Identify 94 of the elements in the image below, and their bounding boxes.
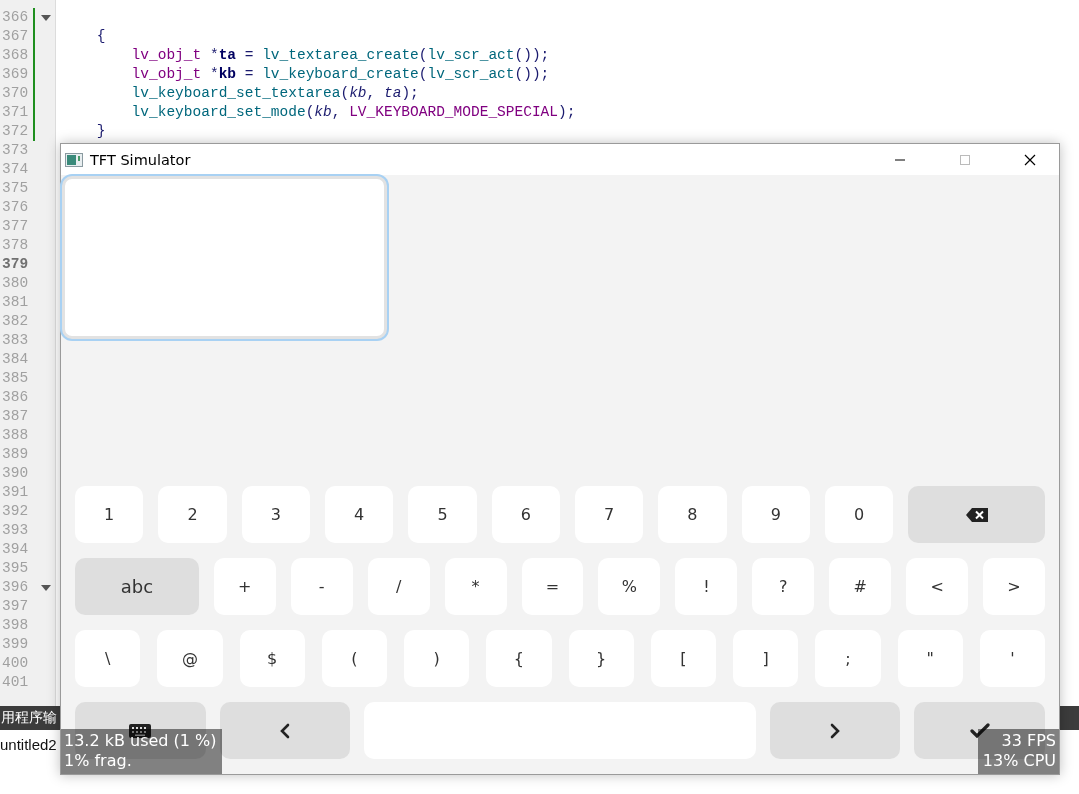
key[interactable]: 0 — [824, 486, 894, 543]
key[interactable]: 8 — [658, 486, 727, 543]
line-number: 387 — [1, 407, 30, 426]
line-number: 401 — [1, 673, 30, 692]
key[interactable]: ; — [815, 630, 881, 687]
key[interactable]: ' — [979, 630, 1045, 687]
line-number: 398 — [1, 616, 30, 635]
fps-stat: 13% CPU — [982, 751, 1056, 771]
line-number: 397 — [1, 597, 30, 616]
line-number: 375 — [1, 179, 30, 198]
key[interactable]: 7 — [574, 486, 644, 543]
line-number: 394 — [1, 540, 30, 559]
key[interactable]: # — [829, 558, 892, 615]
line-number: 395 — [1, 559, 30, 578]
memory-stat: 1% frag. — [64, 751, 133, 771]
line-number: 386 — [1, 388, 30, 407]
line-number: 388 — [1, 426, 30, 445]
line-number: 399 — [1, 635, 30, 654]
code-line: } — [95, 122, 106, 141]
code-line: lv_obj_t *kb = lv_keyboard_create(lv_scr_act()); — [130, 65, 550, 84]
line-number: 377 — [1, 217, 30, 236]
line-number: 370 — [1, 84, 30, 103]
key[interactable]: 4 — [325, 486, 394, 543]
key[interactable]: 1 — [75, 486, 144, 543]
output-tab[interactable]: 用程序输 — [0, 709, 57, 727]
line-number: 378 — [1, 236, 30, 255]
fold-arrow-icon[interactable] — [40, 584, 51, 591]
key[interactable]: " — [897, 630, 963, 687]
fps-stat: 33 FPS — [1001, 731, 1056, 751]
key[interactable]: = — [521, 558, 584, 615]
line-number: 376 — [1, 198, 30, 217]
key[interactable]: ] — [733, 630, 799, 687]
key[interactable]: ! — [675, 558, 738, 615]
line-number: 390 — [1, 464, 30, 483]
line-number: 379 — [1, 255, 30, 274]
left-key[interactable] — [219, 702, 351, 759]
backspace-key[interactable] — [908, 486, 1045, 543]
line-number: 368 — [1, 46, 30, 65]
line-number: 382 — [1, 312, 30, 331]
key[interactable]: 5 — [408, 486, 477, 543]
key[interactable]: 6 — [491, 486, 560, 543]
line-number: 385 — [1, 369, 30, 388]
key[interactable]: $ — [239, 630, 305, 687]
key[interactable]: * — [444, 558, 507, 615]
line-number: 380 — [1, 274, 30, 293]
key[interactable]: / — [367, 558, 430, 615]
key[interactable]: > — [983, 558, 1045, 615]
key[interactable]: } — [568, 630, 634, 687]
line-number: 391 — [1, 483, 30, 502]
key[interactable]: - — [290, 558, 353, 615]
line-number: 396 — [1, 578, 30, 597]
key[interactable]: ) — [404, 630, 470, 687]
line-number: 383 — [1, 331, 30, 350]
key[interactable]: { — [486, 630, 552, 687]
fold-arrow-icon[interactable] — [40, 14, 51, 21]
line-number: 372 — [1, 122, 30, 141]
key[interactable]: 3 — [241, 486, 310, 543]
line-number: 373 — [1, 141, 30, 160]
key[interactable]: < — [906, 558, 969, 615]
code-line: { — [95, 27, 106, 46]
line-number: 392 — [1, 502, 30, 521]
code-line: lv_obj_t *ta = lv_textarea_create(lv_scr_act()); — [130, 46, 550, 65]
line-number: 384 — [1, 350, 30, 369]
key[interactable]: 2 — [158, 486, 227, 543]
line-number: 374 — [1, 160, 30, 179]
code-line: lv_keyboard_set_mode(kb, LV_KEYBOARD_MODE_SPECIAL); — [130, 103, 576, 122]
mode-key[interactable]: abc — [75, 558, 199, 615]
code-line: lv_keyboard_set_textarea(kb, ta); — [130, 84, 419, 103]
key[interactable]: \ — [75, 630, 141, 687]
maximize-icon — [959, 153, 971, 166]
line-number: 381 — [1, 293, 30, 312]
line-number: 371 — [1, 103, 30, 122]
chevron-right-icon — [830, 722, 841, 739]
backspace-icon — [965, 507, 988, 522]
line-number: 393 — [1, 521, 30, 540]
app-icon — [65, 152, 83, 167]
window-title: TFT Simulator — [90, 151, 192, 168]
line-number: 369 — [1, 65, 30, 84]
memory-stat: 13.2 kB used (1 %) — [64, 731, 218, 751]
check-icon — [969, 723, 990, 738]
key[interactable]: % — [598, 558, 661, 615]
key[interactable]: 9 — [741, 486, 810, 543]
key[interactable]: ( — [321, 630, 387, 687]
key[interactable]: ? — [752, 558, 815, 615]
line-number: 366 — [1, 8, 30, 27]
line-number: 367 — [1, 27, 30, 46]
key[interactable]: [ — [650, 630, 716, 687]
close-icon — [1024, 153, 1036, 166]
key[interactable]: @ — [157, 630, 223, 687]
line-number: 389 — [1, 445, 30, 464]
chevron-left-icon — [279, 722, 290, 739]
key[interactable]: + — [213, 558, 276, 615]
output-item[interactable]: untitled2 — [0, 736, 57, 753]
line-number: 400 — [1, 654, 30, 673]
